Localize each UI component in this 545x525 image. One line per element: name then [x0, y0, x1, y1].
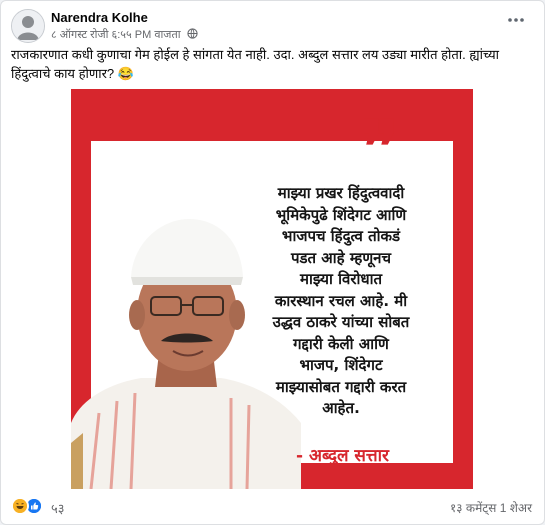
author-name[interactable]: Narendra Kolhe — [51, 10, 148, 25]
post-header: Narendra Kolhe ८ ऑगस्ट रोजी ६:५५ PM वाजत… — [1, 1, 544, 43]
post-image[interactable]: ❞ माझ्या प्रखर हिंदुत्ववादी भूमिकेपुढे श… — [71, 89, 473, 489]
haha-icon — [11, 497, 29, 515]
quote-attribution: - अब्दुल सत्तार — [296, 446, 390, 466]
avatar-image — [12, 10, 44, 42]
comment-share-stats[interactable]: १३ कमेंट्स 1 शेअर — [450, 499, 532, 516]
post-caption: राजकारणात कधी कुणाचा गेम होईल हे सांगता … — [11, 47, 500, 81]
post-card: Narendra Kolhe ८ ऑगस्ट रोजी ६:५५ PM वाजत… — [0, 0, 545, 525]
post-footer: ५३ १३ कमेंट्स 1 शेअर — [1, 493, 544, 521]
quote-mark-icon: ❞ — [361, 105, 399, 188]
reaction-count: ५३ — [51, 501, 65, 516]
more-options-icon[interactable] — [506, 13, 526, 27]
quote-text: माझ्या प्रखर हिंदुत्ववादी भूमिकेपुढे शिं… — [272, 184, 410, 417]
avatar[interactable] — [11, 9, 45, 43]
post-timestamp[interactable]: ८ ऑगस्ट रोजी ६:५५ PM वाजता — [51, 29, 181, 41]
globe-icon — [187, 28, 198, 42]
post-meta: ८ ऑगस्ट रोजी ६:५५ PM वाजता — [51, 27, 198, 42]
